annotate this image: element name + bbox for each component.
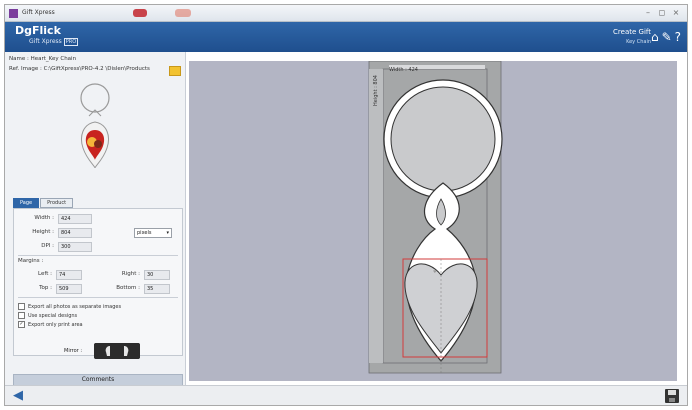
left-margin-label: Left : [38, 271, 52, 277]
dropdown-arrow-icon: ▾ [166, 230, 169, 236]
taskbar-thumb-icon [133, 9, 147, 17]
top-margin-input[interactable]: 509 [56, 284, 82, 294]
pro-badge: PRO [63, 38, 79, 46]
width-caption: Width : 424 [389, 67, 418, 73]
bottom-bar: ◀ [5, 385, 687, 405]
ruler-left [369, 69, 383, 363]
name-row: Name : Heart_Key Chain [9, 56, 76, 62]
save-icon[interactable] [665, 389, 679, 403]
keychain-thumbnail [80, 83, 110, 169]
design-canvas[interactable]: Width : 424 Height : 804 ♥ [189, 60, 677, 381]
mirror-label: Mirror : [64, 348, 83, 354]
margins-label: Margins : [18, 258, 44, 264]
back-arrow-icon[interactable]: ◀ [13, 389, 23, 402]
app-header: DgFlick Gift Xpress PRO Create Gift Key C… [5, 22, 687, 52]
tab-page[interactable]: Page [13, 198, 40, 208]
left-panel: Name : Heart_Key Chain Ref. Image : C:\G… [5, 52, 186, 386]
bottom-margin-input[interactable]: 35 [144, 284, 170, 294]
unit-select[interactable]: pixels ▾ [134, 228, 172, 238]
tab-product[interactable]: Product [40, 198, 74, 208]
print-area-checkbox[interactable]: ✓ Export only print area [18, 321, 83, 328]
header-icons: ⌂ ✎ ? [651, 30, 681, 44]
canvas-svg: Width : 424 Height : 804 ♥ [368, 60, 503, 374]
item-type-label: Key Chain [626, 39, 651, 45]
dpi-label: DPI : [41, 243, 54, 249]
dpi-input[interactable]: 300 [58, 242, 92, 252]
bottom-margin-label: Bottom : [116, 285, 140, 291]
divider [18, 297, 178, 298]
minimize-button[interactable]: – [641, 7, 655, 18]
divider [18, 255, 178, 256]
check-icon: ✓ [18, 321, 25, 328]
title-bar: Gift Xpress – ◻ × [5, 5, 687, 22]
checkbox-box [18, 312, 25, 319]
ref-image-row: Ref. Image : C:\GiftXpress\PRO-4.2 \Disl… [9, 66, 150, 72]
checkbox-box [18, 303, 25, 310]
height-label: Height : [32, 229, 54, 235]
close-button[interactable]: × [669, 7, 683, 18]
unit-select-value: pixels [137, 230, 152, 236]
print-area-label: Export only print area [28, 322, 83, 328]
product-name-text: Gift Xpress [29, 38, 62, 45]
export-separate-label: Export all photos as separate images [28, 304, 122, 310]
settings-tabs: Page Product [13, 198, 74, 208]
heart-watermark: ♥ [433, 269, 437, 274]
logo: DgFlick [15, 24, 61, 37]
right-margin-input[interactable]: 30 [144, 270, 170, 280]
product-name: Gift Xpress PRO [29, 38, 79, 46]
export-separate-checkbox[interactable]: Export all photos as separate images [18, 303, 121, 310]
keyring-inner [390, 86, 496, 192]
ref-image-label: Ref. Image : [9, 66, 42, 72]
app-window: Gift Xpress – ◻ × DgFlick Gift Xpress PRO… [4, 4, 688, 406]
edit-icon[interactable]: ✎ [662, 30, 672, 44]
window-title: Gift Xpress [22, 9, 55, 16]
mirror-toggle[interactable] [94, 343, 140, 359]
home-icon[interactable]: ⌂ [651, 30, 659, 44]
height-input[interactable]: 804 [58, 228, 92, 238]
top-margin-label: Top : [39, 285, 52, 291]
page-settings-panel: Width : 424 Height : 804 pixels ▾ DPI : 3… [13, 208, 183, 359]
name-value: Heart_Key Chain [30, 56, 77, 62]
create-gift-link[interactable]: Create Gift [613, 28, 651, 36]
taskbar-thumb-icon [175, 9, 191, 17]
left-margin-input[interactable]: 74 [56, 270, 82, 280]
special-designs-label: Use special designs [28, 313, 78, 319]
width-label: Width : [34, 215, 54, 221]
folder-icon[interactable] [169, 66, 181, 76]
help-icon[interactable]: ? [675, 30, 681, 44]
height-caption: Height : 804 [373, 75, 379, 106]
maximize-button[interactable]: ◻ [655, 7, 669, 18]
name-label: Name : [9, 56, 29, 62]
right-margin-label: Right : [121, 271, 140, 277]
special-designs-checkbox[interactable]: Use special designs [18, 312, 77, 319]
width-input[interactable]: 424 [58, 214, 92, 224]
ref-image-path: C:\GiftXpress\PRO-4.2 \Dislen\Products [43, 66, 150, 72]
app-icon [9, 9, 18, 18]
